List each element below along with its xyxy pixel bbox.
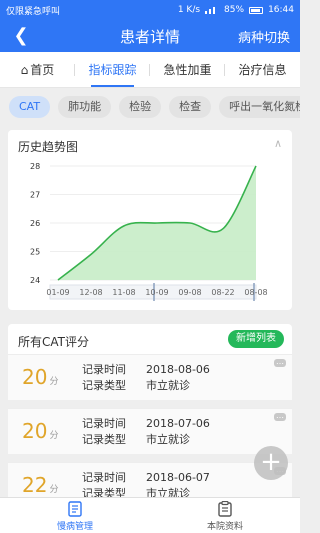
record-time: 2018-06-07 [146,471,210,484]
tab-treatment-info[interactable]: 治疗信息 [225,52,300,87]
battery-icon [249,6,264,14]
battery-percent: 85% [224,5,245,15]
tab-label: 治疗信息 [238,63,287,77]
y-tick-label: 26 [30,219,40,228]
record-values: 2018-08-06 市立就诊 [146,362,210,394]
network-speed: 1 K/s [177,5,201,15]
indicator-chips: CAT 肺功能 检验 检查 呼出一氧化氮检测 [0,92,300,122]
record-labels: 记录时间 记录类型 [82,363,126,392]
y-tick-label: 28 [30,162,40,171]
score-value: 20 分 [22,419,59,443]
score-value: 20 分 [22,365,59,389]
app-header: ❮ 患者详情 病种切换 [0,20,300,52]
x-tick-label: 08-22 [211,288,234,297]
x-tick-label: 09-08 [178,288,201,297]
score-value: 22 分 [22,473,59,497]
chip-cat[interactable]: CAT [9,96,51,118]
status-bar: 仅限紧急呼叫 1 K/s 85% 16:44 [0,0,300,20]
more-icon[interactable]: … [274,358,286,367]
cat-list-title: 所有CAT评分 [18,335,89,349]
trend-chart: 24 25 26 27 28 01-09 12-08 11-08 10-09 09-08 08-22… [30,162,268,301]
tab-home[interactable]: ⌂ 首页 [0,52,75,87]
record-item[interactable]: 20 分 记录时间 记录类型 2018-08-06 市立就诊 … [8,354,292,400]
record-time: 2018-07-06 [146,417,210,430]
y-tick-label: 27 [30,191,40,200]
x-tick-label: 11-08 [112,288,135,297]
more-icon[interactable]: … [274,412,286,421]
record-values: 2018-07-06 市立就诊 [146,416,210,448]
bottom-nav: 慢病管理 本院资料 [0,497,300,533]
nav-label: 本院资料 [206,522,243,532]
record-item[interactable]: 20 分 记录时间 记录类型 2018-07-06 市立就诊 … [8,408,292,454]
chip-examination[interactable]: 检查 [169,96,212,118]
tab-label: 指标跟踪 [88,63,137,77]
tab-bar: ⌂ 首页 指标跟踪 急性加重 治疗信息 [0,52,300,88]
switch-disease-button[interactable]: 病种切换 [238,27,290,46]
clock: 16:44 [268,5,294,15]
chip-lung-function[interactable]: 肺功能 [58,96,112,118]
tab-indicator-tracking[interactable]: 指标跟踪 [75,52,150,87]
signal-icon [205,6,219,14]
y-tick-label: 24 [30,276,40,285]
record-type: 市立就诊 [146,379,190,392]
home-icon: ⌂ [20,63,29,77]
add-list-button[interactable]: 新增列表 [228,330,284,348]
tab-label: 急性加重 [163,63,212,77]
nav-hospital-records[interactable]: 本院资料 [150,498,300,533]
chevron-up-icon[interactable]: ∧ [274,137,282,150]
y-tick-label: 25 [30,248,40,257]
x-tick-label: 01-09 [46,288,69,297]
status-indicators: 1 K/s 85% 16:44 [178,5,294,15]
trend-card: 24 25 26 27 28 01-09 12-08 11-08 10-09 09-08 08-22… [8,130,292,310]
record-labels: 记录时间 记录类型 [82,417,126,446]
chip-feno[interactable]: 呼出一氧化氮检测 [219,96,300,118]
nav-label: 慢病管理 [56,522,93,532]
document-icon [68,501,82,517]
clipboard-icon [218,501,232,517]
x-tick-label: 10-09 [145,288,168,297]
record-time: 2018-08-06 [146,363,210,376]
tab-label: 首页 [30,63,55,77]
trend-title: 历史趋势图 [18,140,79,154]
x-tick-label: 12-08 [79,288,102,297]
record-type: 市立就诊 [146,433,190,446]
chip-lab-test[interactable]: 检验 [119,96,162,118]
cat-list-header: 所有CAT评分 新增列表 [8,324,292,354]
add-record-button[interactable]: + [254,446,288,480]
x-tick-label: 08-08 [244,288,267,297]
carrier-text: 仅限紧急呼叫 [6,6,61,17]
nav-chronic-management[interactable]: 慢病管理 [0,498,150,533]
tab-acute-exacerbation[interactable]: 急性加重 [150,52,225,87]
